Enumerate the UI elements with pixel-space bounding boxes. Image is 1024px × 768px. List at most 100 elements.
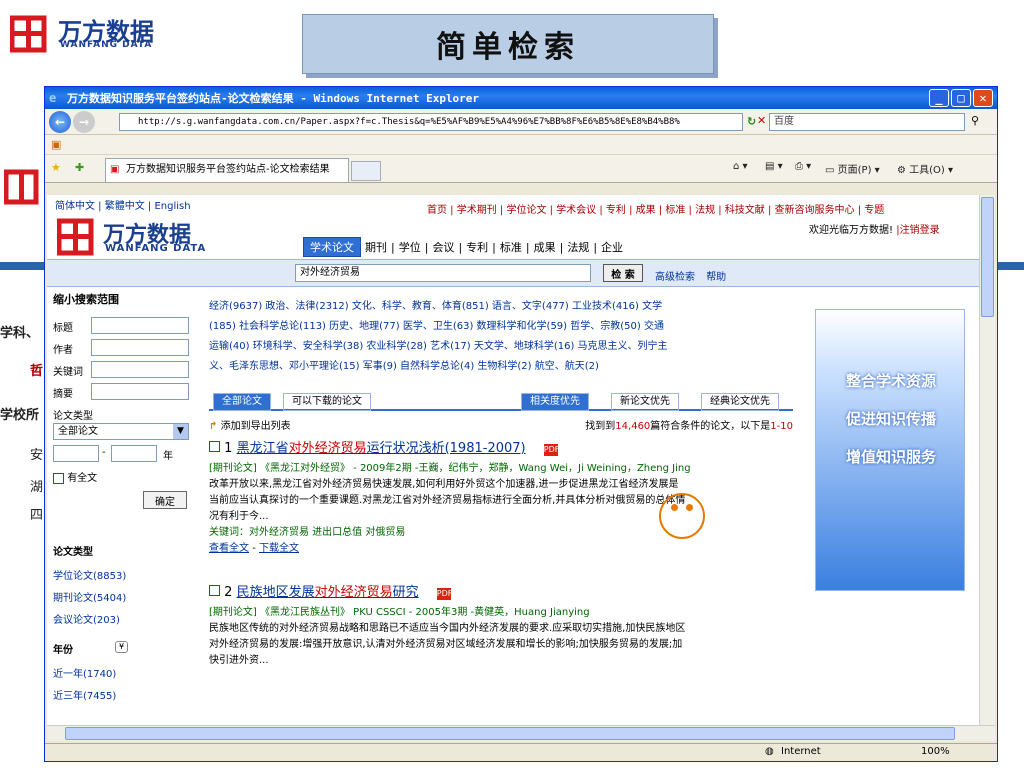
favorites-star-icon[interactable]: ★: [51, 161, 61, 174]
top-navigation[interactable]: 首页 | 学术期刊 | 学位论文 | 学术会议 | 专利 | 成果 | 标准 |…: [427, 201, 884, 216]
search-band: 对外经济贸易 检 索 高级检索 帮助: [47, 259, 979, 287]
translate-icon[interactable]: ▣: [51, 138, 61, 151]
address-input[interactable]: http://s.g.wanfangdata.com.cn/Paper.aspx…: [119, 113, 743, 131]
nav-item[interactable]: 专利: [466, 239, 488, 255]
vertical-scrollbar[interactable]: [979, 195, 995, 725]
view-fulltext-link[interactable]: 查看全文: [209, 543, 249, 554]
facet-item[interactable]: 期刊论文(5404): [53, 589, 126, 604]
tools-menu[interactable]: ⚙ 工具(O) ▾: [897, 161, 953, 176]
feeds-icon[interactable]: ▤ ▾: [765, 161, 783, 172]
nav-item[interactable]: 会议: [432, 239, 454, 255]
confirm-button[interactable]: 确定: [143, 491, 187, 509]
tab-bar: ★ ✚ ▣ 万方数据知识服务平台签约站点-论文检索结果 ⌂ ▾ ▤ ▾ ⎙ ▾ …: [45, 155, 997, 183]
left-fragment: 学科、: [0, 326, 40, 341]
main-navigation: 学术论文 期刊 | 学位 | 会议 | 专利 | 标准 | 成果 | 法规 | …: [303, 237, 623, 257]
result-title[interactable]: 2 民族地区发展对外经济贸易研究 PDF: [209, 581, 452, 600]
site-favicon-icon: ▣: [110, 164, 120, 175]
language-links[interactable]: 简体中文 | 繁體中文 | English: [55, 197, 191, 212]
window-titlebar[interactable]: e 万方数据知识服务平台签约站点-论文检索结果 - Windows Intern…: [45, 87, 997, 109]
page-menu[interactable]: ▭ 页面(P) ▾: [825, 161, 880, 176]
author-field[interactable]: [91, 339, 189, 356]
filter-panel: 缩小搜索范围 标题 作者 关键词 摘要 论文类型 全部论文 ▼ - 年 有全文 …: [53, 291, 203, 725]
download-fulltext-link[interactable]: 下载全文: [259, 543, 299, 554]
close-button[interactable]: ✕: [973, 89, 993, 107]
checkbox-icon[interactable]: [209, 441, 220, 452]
welcome-text: 欢迎光临万方数据! |注销登录: [809, 225, 940, 236]
advanced-links: 高级检索 帮助: [655, 268, 726, 283]
back-button[interactable]: ←: [49, 111, 71, 133]
sort-classic[interactable]: 经典论文优先: [701, 393, 779, 411]
minimize-button[interactable]: _: [929, 89, 949, 107]
site-logo[interactable]: 万方数据 WANFANG DATA: [57, 217, 227, 259]
search-button[interactable]: 检 索: [603, 264, 643, 282]
result-title[interactable]: 1 黑龙江省对外经济贸易运行状况浅析(1981-2007) PDF: [209, 437, 559, 456]
result-abstract: 快引进外资...: [209, 655, 269, 666]
scroll-thumb[interactable]: [981, 197, 994, 317]
sort-newest[interactable]: 新论文优先: [611, 393, 679, 411]
page-viewport: 简体中文 | 繁體中文 | English 万方数据 WANFANG DATA …: [47, 195, 979, 725]
keyword-field[interactable]: [91, 361, 189, 378]
pdf-icon[interactable]: PDF: [543, 444, 559, 456]
nav-item[interactable]: 标准: [500, 239, 522, 255]
facet-item[interactable]: 近一年(1740): [53, 665, 116, 680]
refresh-icon[interactable]: ↻: [747, 115, 756, 128]
field-label: 作者: [53, 345, 73, 356]
collapse-icon[interactable]: ¥: [115, 641, 128, 653]
window-title: 万方数据知识服务平台签约站点-论文检索结果 - Windows Internet…: [67, 92, 480, 105]
category-line[interactable]: 经济(9637) 政治、法律(2312) 文化、科学、教育、体育(851) 语言…: [209, 297, 797, 317]
nav-item[interactable]: 学位: [399, 239, 421, 255]
tab-downloadable[interactable]: 可以下载的论文: [283, 393, 371, 411]
nav-item[interactable]: 法规: [567, 239, 589, 255]
nav-item[interactable]: 期刊: [365, 239, 387, 255]
checkbox-icon[interactable]: [209, 585, 220, 596]
tab-active[interactable]: ▣ 万方数据知识服务平台签约站点-论文检索结果: [105, 158, 349, 182]
result-abstract: 对外经济贸易的发展:增强开放意识,认清对外经济贸易对区域经济发展和增长的影响;加…: [209, 639, 683, 650]
left-fragment: 哲: [30, 364, 44, 379]
facet-item[interactable]: 学位论文(8853): [53, 567, 126, 582]
query-input[interactable]: 对外经济贸易: [295, 264, 591, 282]
zoom-level[interactable]: 100%: [921, 746, 950, 757]
category-line[interactable]: (185) 社会科学总论(113) 历史、地理(77) 医学、卫生(63) 数理…: [209, 317, 797, 337]
search-icon[interactable]: ⚲: [971, 114, 979, 127]
horizontal-scrollbar[interactable]: [47, 725, 995, 741]
logout-link[interactable]: |注销登录: [896, 225, 939, 236]
maximize-button[interactable]: □: [951, 89, 971, 107]
web-search-input[interactable]: 百度: [769, 113, 965, 131]
fulltext-checkbox[interactable]: 有全文: [53, 469, 97, 484]
category-line[interactable]: 义、毛泽东思想、邓小平理论(15) 军事(9) 自然科学总论(4) 生物科学(2…: [209, 357, 797, 377]
zone-status: Internet: [781, 746, 821, 757]
export-link[interactable]: 添加到导出列表: [221, 421, 291, 432]
facet-item[interactable]: 近三年(7455): [53, 687, 116, 702]
pdf-icon[interactable]: PDF: [436, 588, 452, 600]
category-line[interactable]: 运输(40) 环境科学、安全科学(38) 农业科学(28) 艺术(17) 天文学…: [209, 337, 797, 357]
nav-item[interactable]: 企业: [601, 239, 623, 255]
nav-item-papers[interactable]: 学术论文: [303, 237, 361, 257]
year-from-field[interactable]: [53, 445, 99, 462]
left-fragment: 学校所: [0, 408, 40, 423]
year-to-field[interactable]: [111, 445, 157, 462]
facet-item[interactable]: 会议论文(203): [53, 611, 120, 626]
abstract-field[interactable]: [91, 383, 189, 400]
advanced-search-link[interactable]: 高级检索: [655, 272, 695, 283]
forward-button[interactable]: →: [73, 111, 95, 133]
left-fragment: 四: [30, 508, 44, 523]
home-icon[interactable]: ⌂ ▾: [733, 161, 748, 172]
ad-banner[interactable]: 整合学术资源 促进知识传播 增值知识服务: [815, 309, 965, 591]
add-favorites-icon[interactable]: ✚: [75, 161, 84, 174]
checkbox-icon[interactable]: [53, 472, 64, 484]
result-source: [期刊论文] 《黑龙江民族丛刊》 PKU CSSCI - 2005年3期 -黄健…: [209, 607, 590, 618]
stop-icon[interactable]: ✕: [757, 114, 766, 127]
print-icon[interactable]: ⎙ ▾: [795, 161, 811, 172]
new-tab-button[interactable]: [351, 161, 381, 181]
link-bar: ▣: [45, 135, 997, 155]
nav-item[interactable]: 成果: [534, 239, 556, 255]
scroll-thumb[interactable]: [65, 727, 955, 740]
type-select[interactable]: 全部论文 ▼: [53, 423, 189, 440]
wanfang-logo-icon: [57, 218, 94, 256]
slide-logo-en: WANFANG DATA: [60, 40, 153, 50]
tab-all-papers[interactable]: 全部论文: [213, 393, 271, 411]
sort-relevance[interactable]: 相关度优先: [521, 393, 589, 411]
help-link[interactable]: 帮助: [706, 272, 726, 283]
result-keywords: 关键词：对外经济贸易 进出口总值 对俄贸易: [209, 527, 406, 538]
title-field[interactable]: [91, 317, 189, 334]
